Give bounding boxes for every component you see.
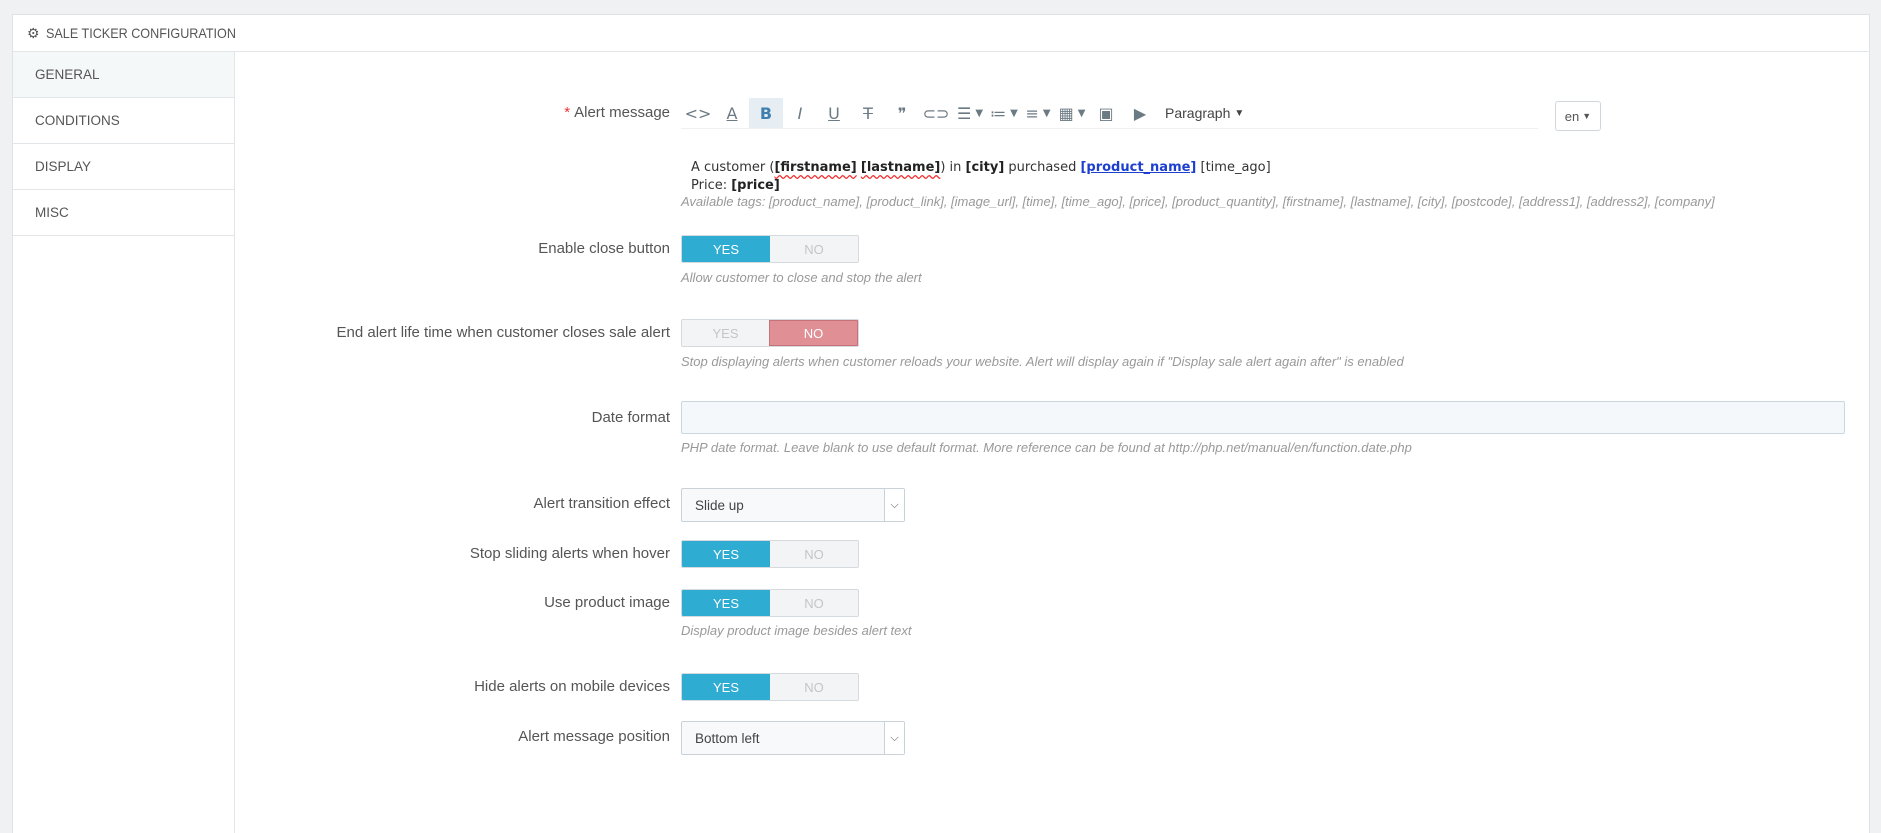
editor-text: ) in: [940, 160, 966, 175]
editor-body[interactable]: A customer ([firstname] [lastname]) in […: [691, 159, 1271, 195]
transition-value: Slide up: [695, 497, 744, 513]
quote-icon[interactable]: ❞: [885, 98, 919, 128]
switch-no[interactable]: NO: [769, 320, 858, 346]
bold-icon[interactable]: B: [749, 98, 783, 128]
sidebar-item-misc[interactable]: MISC: [13, 190, 234, 236]
transition-label: Alert transition effect: [533, 495, 670, 512]
alert-message-label-text: Alert message: [574, 104, 670, 121]
sidebar: GENERAL CONDITIONS DISPLAY MISC: [13, 52, 235, 833]
stop-sliding-label: Stop sliding alerts when hover: [469, 545, 670, 562]
sidebar-item-label: GENERAL: [35, 67, 100, 82]
switch-yes[interactable]: YES: [682, 674, 770, 700]
stop-sliding-switch[interactable]: YES NO: [681, 540, 859, 568]
switch-yes[interactable]: YES: [682, 590, 770, 616]
sidebar-item-conditions[interactable]: CONDITIONS: [13, 98, 234, 144]
city-tag: [city]: [965, 160, 1005, 175]
editor-text: Price:: [691, 178, 732, 193]
editor-text: purchased: [1004, 160, 1081, 175]
date-format-label: Date format: [591, 409, 670, 426]
product-image-help: Display product image besides alert text: [681, 623, 912, 638]
editor-line-2: Price: [price]: [691, 177, 1271, 195]
numbered-list-icon[interactable]: ≡ ▼: [1021, 98, 1055, 128]
required-mark: *: [564, 104, 571, 121]
table-icon[interactable]: ▦ ▼: [1055, 98, 1089, 128]
language-value: en: [1564, 108, 1580, 124]
chevron-down-icon: ▼: [1077, 107, 1086, 119]
end-alert-help: Stop displaying alerts when customer rel…: [681, 354, 1404, 369]
editor-line-1: A customer ([firstname] [lastname]) in […: [691, 159, 1271, 177]
underline-icon[interactable]: U: [817, 98, 851, 128]
end-alert-label: End alert life time when customer closes…: [336, 324, 670, 341]
position-label: Alert message position: [518, 728, 670, 745]
switch-yes[interactable]: YES: [682, 320, 769, 346]
chevron-down-icon: ⌵: [884, 489, 904, 521]
product-image-label: Use product image: [544, 594, 670, 611]
lastname-tag: [lastname]: [860, 160, 941, 175]
switch-yes[interactable]: YES: [682, 236, 770, 262]
switch-no[interactable]: NO: [770, 541, 858, 567]
switch-no[interactable]: NO: [770, 674, 858, 700]
available-tags-help: Available tags: [product_name], [product…: [681, 194, 1715, 209]
sidebar-item-label: DISPLAY: [35, 159, 92, 174]
chevron-down-icon: ⌵: [884, 722, 904, 754]
switch-no[interactable]: NO: [770, 590, 858, 616]
hide-mobile-label: Hide alerts on mobile devices: [474, 678, 670, 695]
strikethrough-icon[interactable]: T: [851, 98, 885, 128]
chevron-down-icon: ▼: [1010, 107, 1018, 119]
switch-no[interactable]: NO: [770, 236, 858, 262]
enable-close-switch[interactable]: YES NO: [681, 235, 859, 263]
date-format-help: PHP date format. Leave blank to use defa…: [681, 440, 1412, 455]
date-format-input[interactable]: [681, 401, 1845, 434]
chevron-down-icon: ▼: [975, 107, 984, 119]
align-icon[interactable]: ☰ ▼: [953, 98, 987, 128]
transition-select[interactable]: Slide up ⌵: [681, 488, 905, 522]
position-select[interactable]: Bottom left ⌵: [681, 721, 905, 755]
editor-text: A customer (: [691, 160, 775, 175]
paragraph-select[interactable]: Paragraph ▼: [1157, 98, 1252, 128]
chevron-down-icon: ▼: [1042, 107, 1051, 119]
product-name-link[interactable]: [product_name]: [1080, 160, 1196, 175]
alert-message-label: * Alert message: [564, 104, 670, 121]
firstname-tag: [firstname]: [774, 160, 857, 175]
configuration-panel: ⚙ SALE TICKER CONFIGURATION GENERAL COND…: [12, 14, 1870, 833]
panel-title: SALE TICKER CONFIGURATION: [45, 25, 236, 41]
hide-mobile-switch[interactable]: YES NO: [681, 673, 859, 701]
panel-header: ⚙ SALE TICKER CONFIGURATION: [13, 15, 1869, 52]
video-icon[interactable]: ▶: [1123, 98, 1157, 128]
enable-close-help: Allow customer to close and stop the ale…: [681, 270, 922, 285]
position-value: Bottom left: [695, 730, 760, 746]
price-tag: [price]: [731, 178, 780, 193]
paragraph-label: Paragraph: [1165, 105, 1231, 121]
time-ago-tag: [time_ago]: [1196, 160, 1271, 175]
image-icon[interactable]: ▣: [1089, 98, 1123, 128]
end-alert-switch[interactable]: YES NO: [681, 319, 859, 347]
form-content: * Alert message <> A B I U T ❞ ⊂⊃ ☰ ▼ ≔ ▼ ≡…: [235, 52, 1869, 833]
chevron-down-icon: ▼: [1234, 107, 1245, 119]
sidebar-item-label: MISC: [35, 205, 69, 220]
switch-yes[interactable]: YES: [682, 541, 770, 567]
chevron-down-icon: ▼: [1582, 111, 1592, 121]
sidebar-item-display[interactable]: DISPLAY: [13, 144, 234, 190]
enable-close-label: Enable close button: [538, 240, 670, 257]
bullet-list-icon[interactable]: ≔ ▼: [987, 98, 1021, 128]
language-select[interactable]: en ▼: [1555, 101, 1601, 131]
text-color-icon[interactable]: A: [715, 98, 749, 128]
sidebar-item-label: CONDITIONS: [35, 113, 120, 128]
sidebar-item-general[interactable]: GENERAL: [13, 52, 234, 98]
italic-icon[interactable]: I: [783, 98, 817, 128]
product-image-switch[interactable]: YES NO: [681, 589, 859, 617]
gear-icon: ⚙: [27, 24, 40, 41]
editor-toolbar: <> A B I U T ❞ ⊂⊃ ☰ ▼ ≔ ▼ ≡ ▼ ▦ ▼ ▣ ▶ Paragr…: [681, 98, 1538, 129]
code-icon[interactable]: <>: [681, 98, 715, 128]
link-icon[interactable]: ⊂⊃: [919, 98, 953, 128]
